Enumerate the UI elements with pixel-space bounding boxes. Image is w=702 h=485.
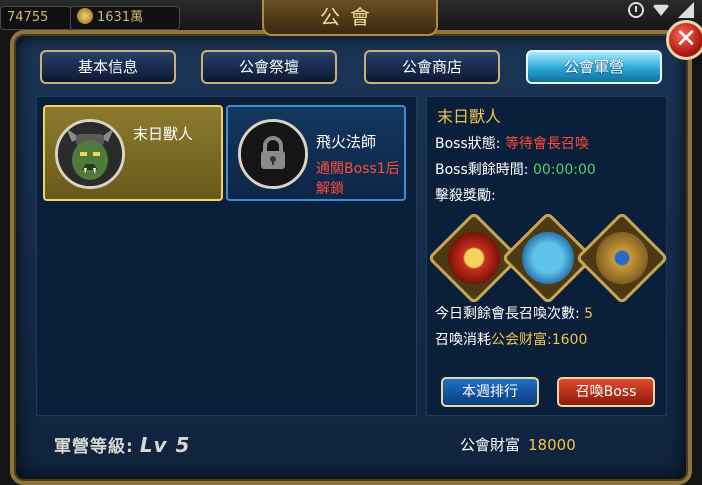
kill-rewards-label: 擊殺獎勵: [435,188,496,204]
boss-status-label: Boss狀態: [435,136,501,152]
orc-portrait-icon [55,119,125,189]
treasure-bag-icon [596,232,648,284]
reward-slot-3[interactable] [575,211,669,305]
red-medal-icon [448,232,500,284]
gold-coin-icon [77,8,93,24]
summon-cost-value: :1600 [547,332,588,348]
close-icon: ✕ [675,24,697,54]
tab-guild-shop[interactable]: 公會商店 [364,50,500,84]
close-button[interactable]: ✕ [666,20,702,60]
boss-time-value: 00:00:00 [532,162,596,178]
boss-status-value: 等待會長召喚 [504,136,589,152]
window-title: 公會 [262,0,438,36]
boss-time-label: Boss剩餘時間: [435,162,529,178]
guild-wealth-value: 18000 [528,436,576,454]
summon-count-label: 今日剩餘會長召喚次數: [435,306,580,322]
summon-cost-currency: 公会财富 [491,332,547,348]
camp-level: 軍營等級: Lv 5 [54,432,190,457]
tab-guild-altar[interactable]: 公會祭壇 [201,50,337,84]
hud-left-counter: 74755 [0,6,72,30]
detail-boss-name: 末日獸人 [437,107,502,126]
boss-card-doom-orc[interactable]: 末日獸人 [43,105,223,201]
camp-level-value: Lv 5 [139,433,191,457]
boss-detail-panel: 末日獸人 Boss狀態: 等待會長召喚 Boss剩餘時間: 00:00:00 擊… [426,96,669,416]
boss-status-row: Boss狀態: 等待會長召喚 [435,133,589,153]
padlock-icon [238,119,308,189]
guild-wealth-label: 公會財富 [460,436,521,454]
tab-basic-info[interactable]: 基本信息 [40,50,176,84]
hud-left-value: 74755 [7,10,49,25]
boss-list-panel: 末日獸人 飛火法師 通關Boss1后解鎖 [36,96,417,416]
summon-cost-label: 召喚消耗 [435,332,491,348]
summon-boss-button[interactable]: 召喚Boss [557,377,655,407]
summon-count-row: 今日剩餘會長召喚次數: 5 [435,303,593,323]
alarm-clock-icon [628,2,644,18]
signal-icon [678,2,694,18]
camp-level-label: 軍營等級: [54,437,134,457]
unlock-condition: 通關Boss1后解鎖 [316,161,400,197]
boss-card-fire-mage[interactable]: 飛火法師 通關Boss1后解鎖 [226,105,406,201]
wifi-icon [652,4,670,16]
system-status-icons [628,2,694,18]
summon-cost-row: 召喚消耗公会财富:1600 [435,329,587,349]
weekly-ranking-button[interactable]: 本週排行 [441,377,539,407]
tab-guild-barracks[interactable]: 公會軍營 [526,50,662,84]
guild-wealth: 公會財富 18000 [460,434,576,455]
boss-name: 飛火法師 [316,133,377,151]
summon-count-value: 5 [584,306,594,322]
boss-name: 末日獸人 [133,125,194,143]
hud-coins-value: 1631萬 [97,10,144,25]
boss-time-row: Boss剩餘時間: 00:00:00 [435,159,596,179]
gift-box-icon [522,232,574,284]
hud-coin-counter: 1631萬 [70,6,180,30]
